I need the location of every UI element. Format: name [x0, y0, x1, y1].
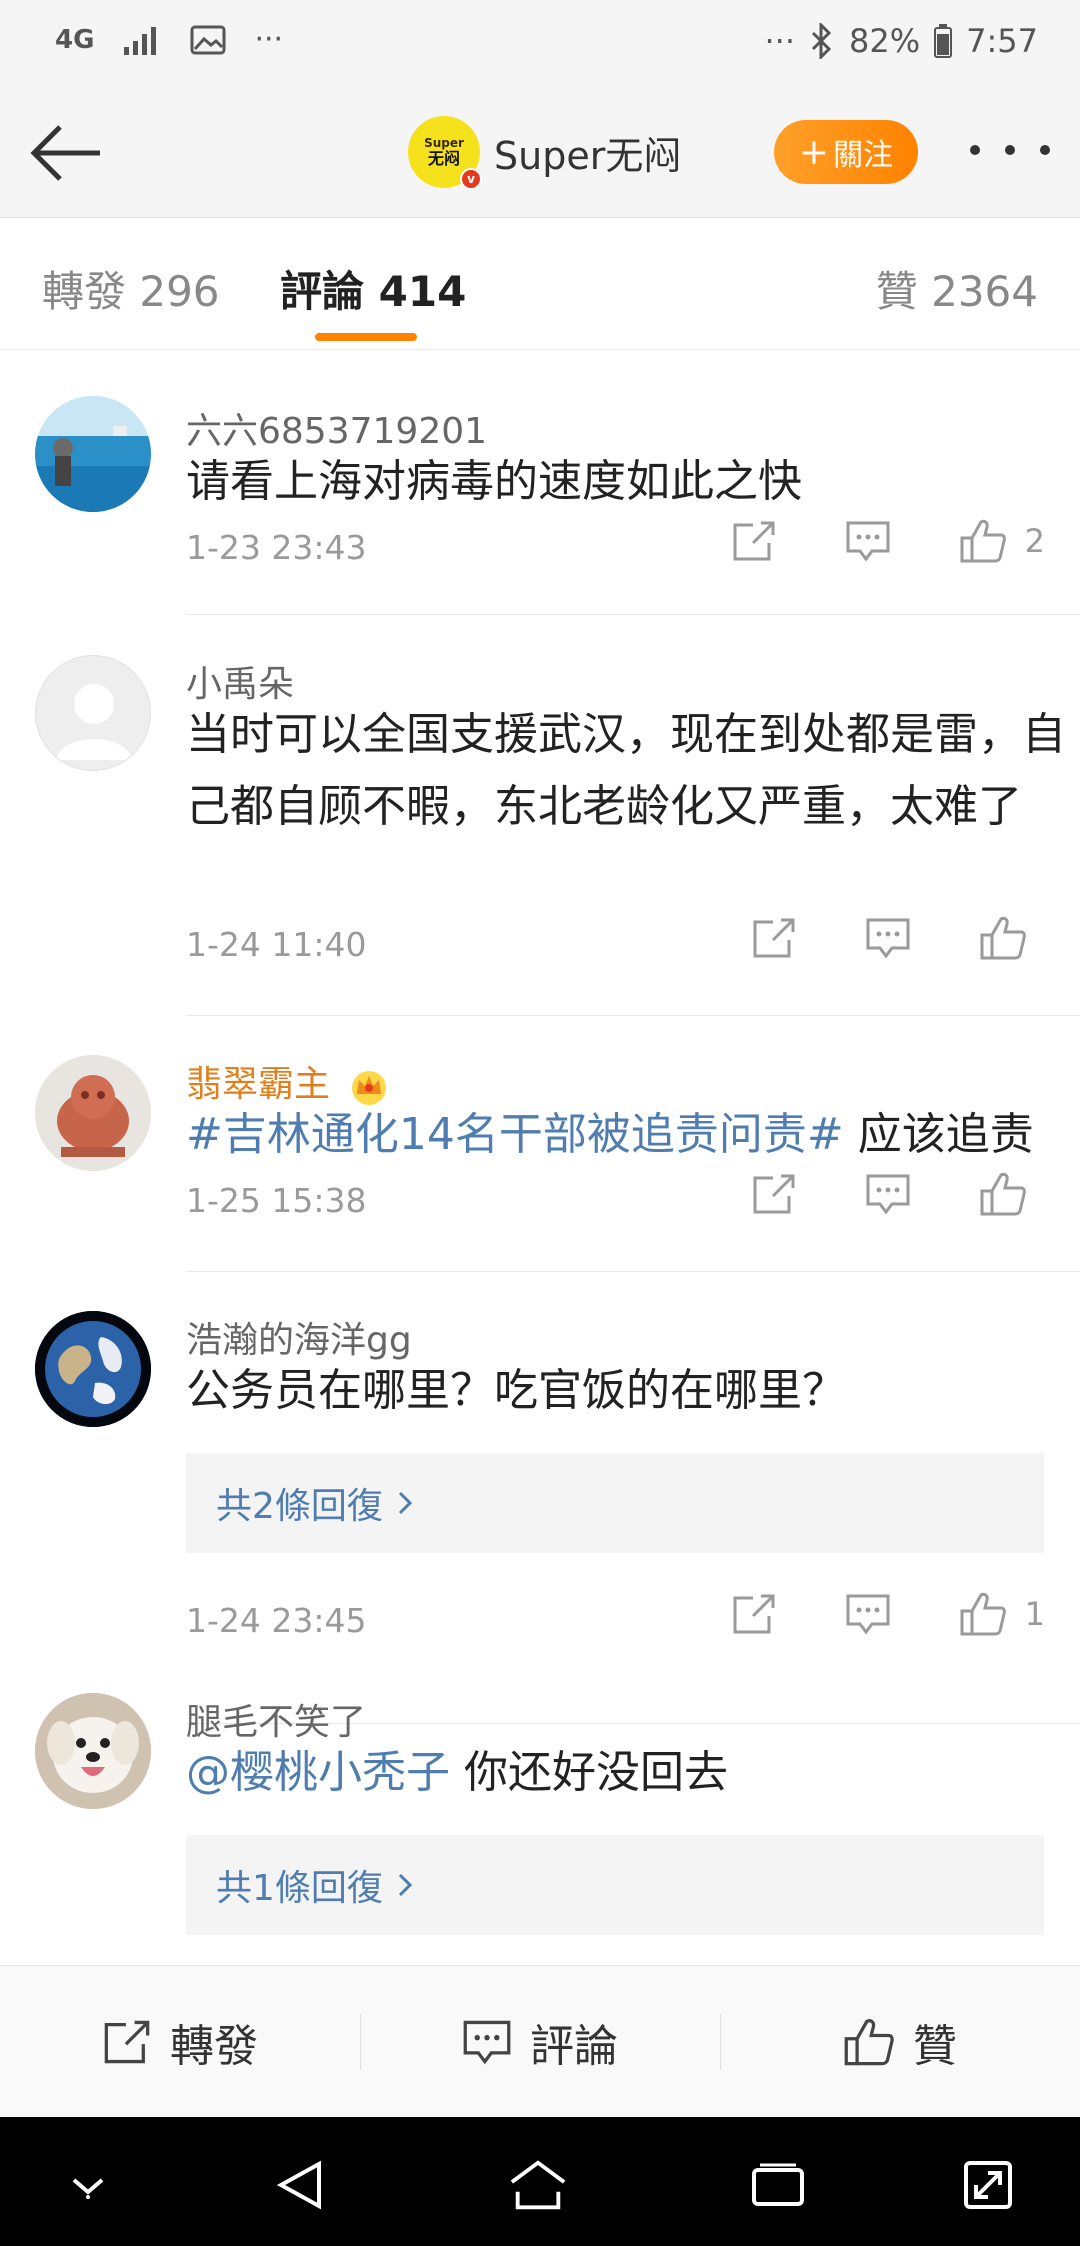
network-4g-icon: 4G — [55, 24, 95, 55]
follow-button[interactable]: + 關注 — [774, 120, 918, 184]
share-icon — [733, 521, 775, 561]
verified-badge-icon: v — [460, 168, 482, 190]
clock: 7:57 — [966, 22, 1038, 60]
tab-bar: 轉發 296 評論 414 贊 2364 — [0, 218, 1080, 350]
like-button[interactable] — [979, 1171, 1045, 1217]
comment-text: 公务员在哪里？吃官饭的在哪里？ — [186, 1365, 846, 1416]
thumbs-up-icon — [844, 2018, 894, 2065]
triangle-back-icon — [276, 2160, 321, 2210]
repost-button[interactable]: 轉發 — [0, 1966, 360, 2117]
like-button[interactable] — [979, 915, 1045, 961]
expand-nav-button[interactable] — [958, 2155, 1018, 2215]
comment-text: 当时可以全国支援武汉，现在到处都是雷，自己都自顾不暇，东北老龄化又严重，太难了 — [186, 709, 1066, 832]
comment-button[interactable]: 評論 — [360, 1966, 720, 2117]
account-name[interactable]: Super无闷 — [494, 125, 681, 180]
system-navigation-bar — [0, 2117, 1080, 2246]
comment-icon — [463, 2020, 511, 2064]
share-icon — [753, 918, 795, 958]
comment-time: 1-23 23:43 — [186, 528, 367, 567]
hide-keyboard-button[interactable] — [58, 2155, 118, 2215]
share-icon — [104, 2020, 150, 2063]
back-arrow-icon — [30, 125, 100, 181]
chevron-down-icon — [72, 2178, 104, 2199]
view-replies-button[interactable]: 共2條回復 — [186, 1453, 1044, 1553]
hashtag-link[interactable]: #吉林通化14名干部被追责问责# — [186, 1109, 844, 1160]
account-header[interactable]: Super 无闷 v Super无闷 — [408, 116, 681, 190]
user-avatar[interactable] — [35, 396, 151, 512]
account-avatar[interactable]: Super 无闷 v — [408, 116, 482, 190]
more-dot-icon — [1005, 145, 1015, 155]
home-icon — [510, 2160, 566, 2210]
comment-item: 腿毛不笑了 @樱桃小秃子 你还好没回去 共1條回復 — [0, 1653, 1080, 1965]
comment-time: 1-24 23:45 — [186, 1601, 367, 1640]
share-button[interactable] — [731, 1592, 777, 1636]
status-bar: 4G ··· ··· 82% 7:57 — [0, 0, 1080, 90]
view-replies-button[interactable]: 共1條回復 — [186, 1835, 1044, 1935]
more-options-button[interactable] — [970, 130, 1050, 170]
thumbs-up-icon — [960, 1592, 1006, 1636]
battery-icon — [934, 24, 953, 58]
home-nav-button[interactable] — [508, 2155, 568, 2215]
comment-item: 六六6853719201 请看上海对病毒的速度如此之快 1-23 23:43 2 — [0, 350, 1080, 615]
bottom-action-bar: 轉發 評論 贊 — [0, 1965, 1080, 2117]
reply-button[interactable] — [865, 1172, 911, 1216]
share-button[interactable] — [751, 916, 797, 960]
like-count: 2 — [1024, 522, 1045, 560]
active-tab-indicator — [315, 333, 417, 341]
mention-link[interactable]: @樱桃小秃子 — [186, 1747, 450, 1798]
like-count: 1 — [1024, 1595, 1045, 1633]
like-button[interactable]: 2 — [959, 518, 1045, 564]
back-nav-button[interactable] — [270, 2155, 330, 2215]
recents-nav-button[interactable] — [748, 2155, 808, 2215]
image-icon — [190, 25, 226, 55]
user-avatar[interactable] — [35, 1055, 151, 1171]
status-more-left: ··· — [254, 22, 284, 57]
comment-icon — [846, 1594, 890, 1635]
more-dot-icon — [970, 145, 980, 155]
like-post-button[interactable]: 贊 — [720, 1966, 1080, 2117]
status-more-right: ··· — [764, 22, 796, 60]
battery-percent: 82% — [849, 22, 921, 60]
comment-item: 小禹朵 当时可以全国支援武汉，现在到处都是雷，自己都自顾不暇，东北老龄化又严重，… — [0, 615, 1080, 1016]
plus-icon: + — [798, 131, 830, 173]
like-button[interactable]: 1 — [959, 1591, 1045, 1637]
chevron-right-icon — [398, 1491, 413, 1515]
comment-time: 1-24 11:40 — [186, 925, 367, 964]
comment-text: 请看上海对病毒的速度如此之快 — [186, 456, 802, 507]
comment-icon — [866, 1174, 910, 1215]
tab-comments[interactable]: 評論 414 — [280, 258, 466, 319]
reply-button[interactable] — [845, 519, 891, 563]
reply-button[interactable] — [845, 1592, 891, 1636]
expand-icon — [964, 2161, 1012, 2209]
comment-time: 1-25 15:38 — [186, 1181, 367, 1220]
bluetooth-icon — [809, 23, 835, 59]
comment-item: 浩瀚的海洋gg 公务员在哪里？吃官饭的在哪里？ 共2條回復 1-24 23:45… — [0, 1271, 1080, 1724]
thumbs-up-icon — [980, 1172, 1026, 1216]
chevron-right-icon — [398, 1873, 413, 1897]
back-button[interactable] — [28, 120, 104, 186]
comment-text: #吉林通化14名干部被追责问责# 应该追责 — [186, 1109, 1034, 1160]
tab-repost[interactable]: 轉發 296 — [42, 258, 220, 319]
user-avatar[interactable] — [35, 1311, 151, 1427]
comment-list[interactable]: 六六6853719201 请看上海对病毒的速度如此之快 1-23 23:43 2… — [0, 350, 1080, 1965]
thumbs-up-icon — [960, 519, 1006, 563]
share-button[interactable] — [731, 519, 777, 563]
nav-bar: Super 无闷 v Super无闷 + 關注 — [0, 90, 1080, 218]
tab-likes[interactable]: 贊 2364 — [876, 258, 1038, 319]
comment-icon — [846, 521, 890, 562]
share-icon — [753, 1174, 795, 1214]
user-avatar[interactable] — [35, 1693, 151, 1809]
signal-icon — [122, 25, 162, 55]
share-icon — [733, 1594, 775, 1634]
comment-icon — [866, 918, 910, 959]
share-button[interactable] — [751, 1172, 797, 1216]
comment-item: 翡翠霸主 #吉林通化14名干部被追责问责# 应该追责 1-25 15:38 — [0, 1015, 1080, 1272]
thumbs-up-icon — [980, 916, 1026, 960]
more-dot-icon — [1040, 145, 1050, 155]
recents-icon — [752, 2163, 804, 2206]
user-avatar[interactable] — [35, 655, 151, 771]
comment-text: @樱桃小秃子 你还好没回去 — [186, 1747, 728, 1798]
reply-button[interactable] — [865, 916, 911, 960]
